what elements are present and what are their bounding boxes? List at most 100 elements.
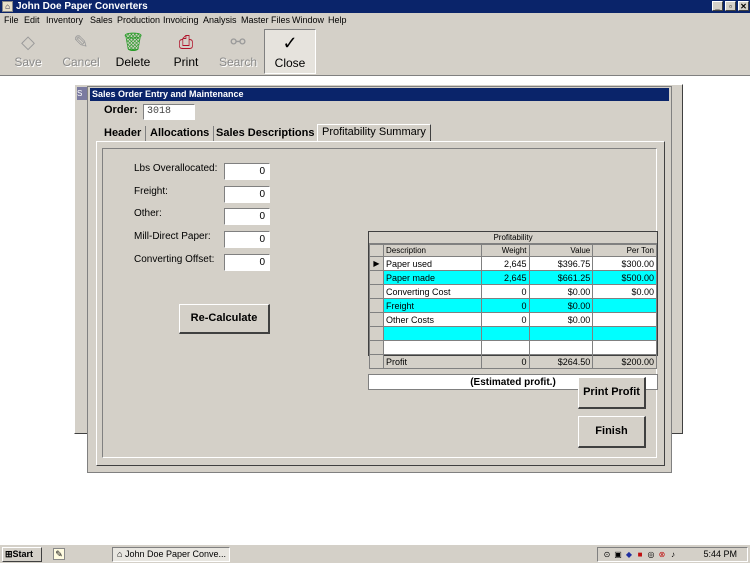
table-row[interactable]: Paper made 2,645 $661.25 $500.00 [369, 270, 657, 285]
print-button[interactable]: ⎙ Print [160, 29, 212, 74]
menu-edit[interactable]: Edit [24, 14, 40, 27]
freight-field[interactable]: 0 [224, 186, 270, 203]
minimize-button[interactable]: _ [712, 1, 723, 11]
tab-header[interactable]: Header [100, 126, 147, 142]
cell-description[interactable]: Profit [382, 354, 482, 369]
cell-value[interactable]: $0.00 [528, 284, 594, 299]
shield-icon[interactable]: ◆ [624, 549, 634, 560]
tab-allocations[interactable]: Allocations [146, 126, 215, 142]
cell-description[interactable] [382, 326, 482, 341]
column-header-weight[interactable]: Weight [480, 244, 530, 257]
cell-description[interactable] [382, 340, 482, 355]
cell-value[interactable]: $264.50 [528, 354, 594, 369]
row-selector[interactable] [369, 270, 384, 285]
row-selector[interactable] [369, 312, 384, 327]
cell-per-ton[interactable]: $0.00 [592, 284, 657, 299]
print-profit-button[interactable]: Print Profit [578, 377, 646, 409]
cell-value[interactable]: $0.00 [528, 298, 594, 313]
menu-window[interactable]: Window [292, 14, 324, 27]
row-selector[interactable] [369, 298, 384, 313]
menu-production[interactable]: Production [117, 14, 160, 27]
clip-icon[interactable]: ◎ [646, 549, 656, 560]
cell-per-ton[interactable]: $500.00 [592, 270, 657, 285]
cell-per-ton[interactable] [592, 298, 657, 313]
menu-sales[interactable]: Sales [90, 14, 113, 27]
cancel-button[interactable]: ✎ Cancel [55, 29, 107, 74]
cell-value[interactable]: $661.25 [528, 270, 594, 285]
menu-invoicing[interactable]: Invoicing [163, 14, 199, 27]
menu-analysis[interactable]: Analysis [203, 14, 237, 27]
cell-value[interactable]: $396.75 [528, 256, 594, 271]
table-row[interactable]: Profit 0 $264.50 $200.00 [369, 354, 657, 369]
cell-per-ton[interactable]: $200.00 [592, 354, 657, 369]
converting-offset-field[interactable]: 0 [224, 254, 270, 271]
table-row[interactable]: Freight 0 $0.00 [369, 298, 657, 313]
menu-file[interactable]: File [4, 14, 19, 27]
close-window-button[interactable]: ✕ [738, 1, 749, 11]
cell-weight[interactable]: 2,645 [480, 270, 530, 285]
menu-master-files[interactable]: Master Files [241, 14, 290, 27]
cell-description[interactable]: Freight [382, 298, 482, 313]
menu-help[interactable]: Help [328, 14, 347, 27]
table-row[interactable]: Converting Cost 0 $0.00 $0.00 [369, 284, 657, 299]
cell-weight[interactable] [480, 340, 530, 355]
antivirus-icon[interactable]: ■ [635, 549, 645, 560]
cell-description[interactable]: Converting Cost [382, 284, 482, 299]
cell-weight[interactable]: 0 [480, 312, 530, 327]
order-number-field[interactable]: 3018 [143, 104, 195, 120]
cell-per-ton[interactable]: $300.00 [592, 256, 657, 271]
table-row[interactable]: Other Costs 0 $0.00 [369, 312, 657, 327]
other-field[interactable]: 0 [224, 208, 270, 225]
finish-button[interactable]: Finish [578, 416, 646, 448]
alert-icon[interactable]: ⊗ [657, 549, 667, 560]
cell-per-ton[interactable] [592, 326, 657, 341]
grid-title: Profitability [369, 232, 657, 244]
cell-description[interactable]: Other Costs [382, 312, 482, 327]
cell-per-ton[interactable] [592, 340, 657, 355]
save-button[interactable]: ◇ Save [2, 29, 54, 74]
cell-weight[interactable]: 0 [480, 354, 530, 369]
search-button[interactable]: ⚯ Search [212, 29, 264, 74]
row-selector[interactable] [369, 284, 384, 299]
cell-value[interactable]: $0.00 [528, 312, 594, 327]
network-icon[interactable]: ⊙ [602, 549, 612, 560]
display-icon[interactable]: ▣ [613, 549, 623, 560]
quick-launch-notepad-icon[interactable]: ✎ [53, 548, 65, 560]
table-row[interactable]: ▶ Paper used 2,645 $396.75 $300.00 [369, 256, 657, 271]
cell-weight[interactable]: 0 [480, 298, 530, 313]
window-title[interactable]: Sales Order Entry and Maintenance [90, 88, 669, 101]
table-row[interactable] [369, 340, 657, 355]
save-icon: ◇ [21, 32, 35, 52]
tab-sales-descriptions[interactable]: Sales Descriptions [212, 126, 320, 142]
cell-weight[interactable]: 2,645 [480, 256, 530, 271]
table-row[interactable] [369, 326, 657, 341]
recalculate-button[interactable]: Re-Calculate [179, 304, 270, 334]
close-button[interactable]: ✓ Close [264, 29, 316, 74]
mill-direct-paper-field[interactable]: 0 [224, 231, 270, 248]
restore-button[interactable]: ▫ [725, 1, 736, 11]
volume-icon[interactable]: ♪ [668, 549, 678, 560]
column-header-description[interactable]: Description [382, 244, 482, 257]
delete-button[interactable]: 🗑 Delete [107, 29, 159, 74]
tab-profitability-summary[interactable]: Profitability Summary [317, 124, 431, 141]
column-header-value[interactable]: Value [528, 244, 594, 257]
start-button[interactable]: ⊞Start [2, 547, 42, 562]
cell-value[interactable] [528, 326, 594, 341]
background-window-title[interactable]: S [77, 87, 87, 100]
cell-description[interactable]: Paper used [382, 256, 482, 271]
row-selector[interactable] [369, 354, 384, 369]
column-header-per-ton[interactable]: Per Ton [592, 244, 657, 257]
cell-weight[interactable] [480, 326, 530, 341]
cell-value[interactable] [528, 340, 594, 355]
cell-description[interactable]: Paper made [382, 270, 482, 285]
menu-inventory[interactable]: Inventory [46, 14, 83, 27]
taskbar-app-button[interactable]: ⌂ John Doe Paper Conve... [112, 547, 230, 562]
profitability-grid[interactable]: Profitability Description Weight Value P… [368, 231, 658, 369]
cell-weight[interactable]: 0 [480, 284, 530, 299]
cell-per-ton[interactable] [592, 312, 657, 327]
row-selector[interactable] [369, 340, 384, 355]
lbs-overallocated-field[interactable]: 0 [224, 163, 270, 180]
current-row-indicator[interactable]: ▶ [369, 256, 384, 271]
clock: 5:44 PM [703, 549, 737, 559]
row-selector[interactable] [369, 326, 384, 341]
